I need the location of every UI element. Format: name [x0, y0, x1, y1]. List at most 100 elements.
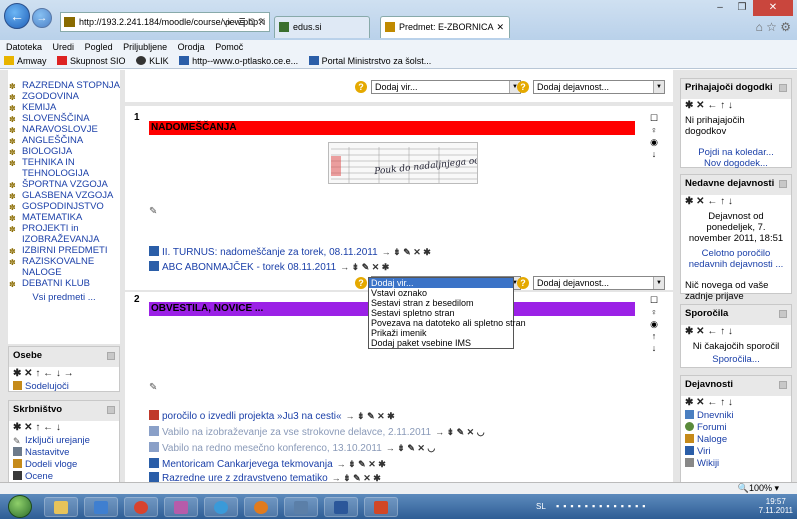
move-down-icon[interactable]: ↓ — [649, 148, 659, 160]
tab-close-icon[interactable]: ✕ — [496, 17, 504, 37]
resource-tools[interactable]: → ⇟ ✎ ✕ ✱ — [340, 262, 389, 272]
resource-tools[interactable]: → ⇟ ✎ ✕ ◡ — [435, 427, 484, 437]
dropdown-option[interactable]: Dodaj paket vsebine IMS — [369, 338, 513, 348]
menu-view[interactable]: Pogled — [85, 42, 113, 52]
start-button[interactable] — [8, 495, 32, 518]
category-item[interactable]: ✽ GOSPODINJSTVO — [8, 201, 120, 212]
add-activity-control[interactable]: ? Dodaj dejavnost... ▼ — [517, 276, 667, 290]
move-up-icon[interactable]: ↑ — [649, 330, 659, 342]
new-event-link[interactable]: Nov dogodek... — [681, 158, 791, 169]
eye-icon[interactable]: ◉ — [649, 136, 659, 148]
tab-edus[interactable]: edus.si — [274, 16, 370, 38]
full-report-link[interactable]: Celotno poročilo nedavnih dejavnosti ... — [681, 246, 791, 272]
language-indicator[interactable]: SL — [536, 502, 546, 511]
resource-link[interactable]: ABC ABONMAJČEK - torek 08.11.2011 — [162, 262, 336, 273]
category-item[interactable]: ✽ GLASBENA VZGOJA — [8, 190, 120, 201]
dropdown-option[interactable]: Vstavi oznako — [369, 288, 513, 298]
resource-link[interactable]: II. TURNUS: nadomeščanje za torek, 08.11… — [162, 247, 378, 258]
resource-tools[interactable]: → ⇟ ✎ ✕ ✱ — [346, 411, 395, 421]
highlight-icon[interactable]: ☐ — [649, 112, 659, 124]
category-item[interactable]: ✽ BIOLOGIJA — [8, 146, 120, 157]
favorite-amway[interactable]: Amway — [4, 56, 47, 66]
tray-icons[interactable]: ▪▪▪▪▪▪▪▪▪▪▪▪▪ — [556, 501, 649, 511]
zoom-level[interactable]: 🔍100% ▾ — [738, 483, 779, 494]
resource-tools[interactable]: → ⇟ ✎ ✕ ◡ — [386, 443, 435, 453]
admin-item[interactable]: Nastavitve — [9, 447, 119, 459]
category-item[interactable]: ✽ TEHNIKA IN TEHNOLOGIJA — [8, 157, 120, 179]
help-icon[interactable]: ? — [355, 277, 367, 289]
resource-item[interactable]: II. TURNUS: nadomeščanje za torek, 08.11… — [149, 246, 431, 259]
hide-block-icon[interactable] — [779, 180, 787, 188]
resource-link[interactable]: Vabilo na redno mesečno konferenco, 13.1… — [162, 443, 382, 454]
dropdown-option[interactable]: Sestavi stran z besedilom — [369, 298, 513, 308]
hide-block-icon[interactable] — [107, 352, 115, 360]
home-star-gear-icons[interactable]: ⌂ ☆ ⚙ — [756, 20, 791, 34]
messages-link[interactable]: Sporočila... — [681, 354, 791, 367]
resource-item[interactable]: Razredne ure z zdravstveno tematiko → ⇟ ✎… — [149, 472, 381, 482]
menu-edit[interactable]: Uredi — [53, 42, 75, 52]
favorite-klik[interactable]: KLIK — [136, 56, 169, 66]
category-item[interactable]: ✽ KEMIJA — [8, 102, 120, 113]
resource-item[interactable]: Mentoricam Cankarjevega tekmovanja → ⇟ ✎ … — [149, 458, 386, 471]
forward-button[interactable]: → — [32, 8, 52, 28]
resource-item[interactable]: Vabilo na izobraževanje za vse strokovne… — [149, 426, 485, 439]
category-item[interactable]: ✽ IZBIRNI PREDMETI — [8, 245, 120, 256]
resource-link[interactable]: poročilo o izvedli projekta »Ju3 na cest… — [162, 411, 342, 422]
dropdown-option[interactable]: Prikaži imenik — [369, 328, 513, 338]
activity-item[interactable]: Dnevniki — [681, 410, 791, 422]
activity-item[interactable]: Viri — [681, 446, 791, 458]
block-tools[interactable]: ✱ ✕ ← ↑ ↓ — [681, 195, 791, 209]
dropdown-option[interactable]: Sestavi spletno stran — [369, 308, 513, 318]
participants-link[interactable]: Sodelujoči — [9, 381, 119, 393]
category-item[interactable]: ✽ NARAVOSLOVJE — [8, 124, 120, 135]
taskbar-ie[interactable] — [204, 497, 238, 517]
block-tools[interactable]: ✱ ✕ ← ↑ ↓ — [681, 99, 791, 113]
resource-tools[interactable]: → ⇟ ✎ ✕ ✱ — [337, 459, 386, 469]
hide-block-icon[interactable] — [779, 310, 787, 318]
menu-help[interactable]: Pomoč — [215, 42, 243, 52]
resource-link[interactable]: Mentoricam Cankarjevega tekmovanja — [162, 459, 333, 470]
menu-tools[interactable]: Orodja — [178, 42, 205, 52]
category-item[interactable]: ✽ MATEMATIKA — [8, 212, 120, 223]
help-icon[interactable]: ? — [517, 81, 529, 93]
category-item[interactable]: ✽ SLOVENŠČINA — [8, 113, 120, 124]
admin-item[interactable]: Dodeli vloge — [9, 459, 119, 471]
system-clock[interactable]: 19:57 7.11.2011 — [759, 497, 793, 515]
category-item[interactable]: ✽ PROJEKTI in IZOBRAŽEVANJA — [8, 223, 120, 245]
admin-block-tools[interactable]: ✱ ✕ ↑ ← ↓ — [9, 421, 119, 435]
menu-favorites[interactable]: Priljubljene — [123, 42, 167, 52]
block-tools[interactable]: ✱ ✕ ← ↑ ↓ — [681, 325, 791, 339]
add-resource-control[interactable]: ? Dodaj vir...▼ — [355, 80, 525, 94]
hide-block-icon[interactable] — [779, 84, 787, 92]
hide-block-icon[interactable] — [107, 406, 115, 414]
marker-icon[interactable]: ♀ — [649, 124, 659, 136]
admin-item[interactable]: Ocene — [9, 471, 119, 482]
taskbar-window[interactable] — [284, 497, 318, 517]
favorite-optlasko[interactable]: http--www.o-ptlasko.ce.e... — [179, 56, 298, 66]
category-item[interactable]: ✽ RAZREDNA STOPNJA — [8, 80, 120, 91]
goto-calendar-link[interactable]: Pojdi na koledar... — [681, 147, 791, 158]
add-activity-control[interactable]: ? Dodaj dejavnost... ▼ — [517, 80, 667, 94]
resource-tools[interactable]: → ⇟ ✎ ✕ ✱ — [332, 473, 381, 482]
edit-summary-icon[interactable]: ✎ — [149, 382, 157, 393]
address-bar[interactable]: http://193.2.241.184/moodle/course/view.… — [60, 12, 270, 32]
maximize-button[interactable]: ❐ — [731, 0, 753, 16]
resource-item[interactable]: poročilo o izvedli projekta »Ju3 na cest… — [149, 410, 395, 423]
activity-item[interactable]: Wikiji — [681, 458, 791, 470]
close-window-button[interactable]: ✕ — [753, 0, 793, 16]
taskbar-chrome[interactable] — [124, 497, 158, 517]
taskbar-media[interactable] — [84, 497, 118, 517]
minimize-button[interactable]: – — [709, 0, 731, 16]
marker-icon[interactable]: ♀ — [649, 306, 659, 318]
taskbar-firefox[interactable] — [244, 497, 278, 517]
help-icon[interactable]: ? — [517, 277, 529, 289]
resource-item[interactable]: ABC ABONMAJČEK - torek 08.11.2011 → ⇟ ✎ ✕… — [149, 261, 389, 274]
resource-item[interactable]: Vabilo na redno mesečno konferenco, 13.1… — [149, 442, 435, 455]
resource-tools[interactable]: → ⇟ ✎ ✕ ✱ — [382, 247, 431, 257]
category-item[interactable]: ✽ ŠPORTNA VZGOJA — [8, 179, 120, 190]
taskbar-word[interactable] — [324, 497, 358, 517]
dropdown-option[interactable]: Povezava na datoteko ali spletno stran — [369, 318, 526, 328]
favorite-sio[interactable]: Skupnost SIO — [57, 56, 126, 66]
resource-link[interactable]: Vabilo na izobraževanje za vse strokovne… — [162, 427, 431, 438]
block-tools[interactable]: ✱ ✕ ← ↑ ↓ — [681, 396, 791, 410]
